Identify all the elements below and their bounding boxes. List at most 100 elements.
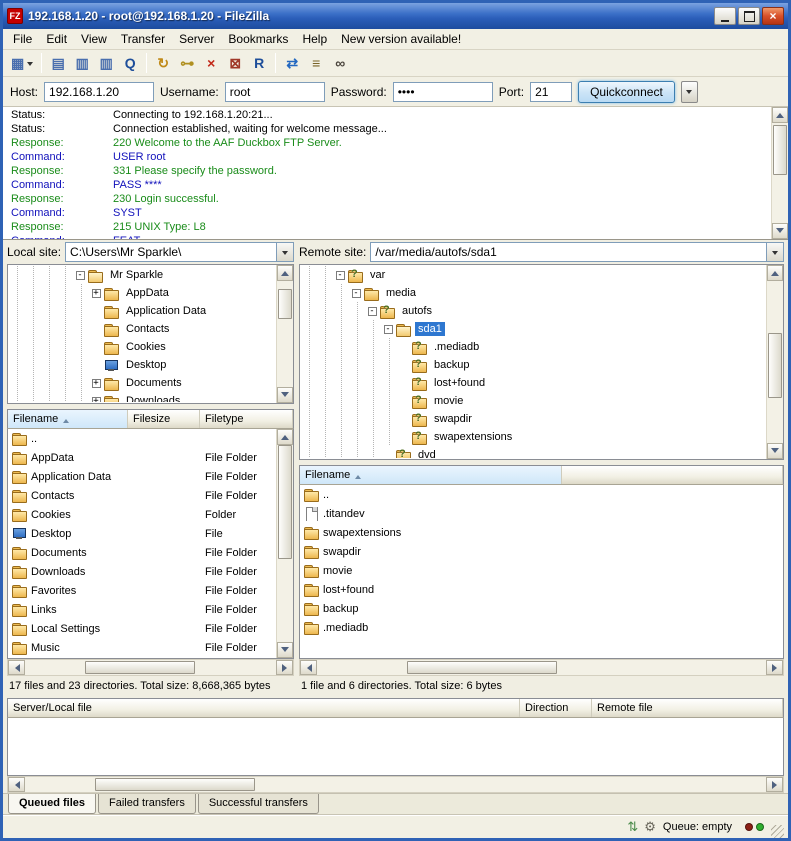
quickconnect-dropdown-button[interactable]: [681, 81, 698, 103]
file-row-item[interactable]: ..: [8, 429, 276, 448]
file-row-downloads[interactable]: DownloadsFile Folder: [8, 562, 276, 581]
file-row-swapextensions[interactable]: swapextensions: [300, 523, 783, 542]
file-row-mediadb[interactable]: .mediadb: [300, 618, 783, 637]
minimize-button[interactable]: [714, 7, 736, 25]
combo-dropdown-button[interactable]: [766, 243, 783, 261]
remote-tree-scrollbar[interactable]: [766, 265, 783, 459]
expand-toggle[interactable]: -: [381, 320, 395, 338]
menu-view[interactable]: View: [74, 30, 114, 48]
file-row-lost-found[interactable]: lost+found: [300, 580, 783, 599]
scrollbar-thumb[interactable]: [278, 289, 292, 319]
menu-edit[interactable]: Edit: [39, 30, 74, 48]
expand-toggle[interactable]: +: [89, 392, 103, 402]
scroll-right-button[interactable]: [276, 660, 293, 675]
scroll-down-button[interactable]: [277, 387, 293, 403]
tree-item-mediadb[interactable]: ?.mediadb: [301, 338, 766, 356]
column-header-filetype[interactable]: Filetype: [200, 410, 293, 428]
local-tree-scrollbar[interactable]: [276, 265, 293, 403]
tab-failed-transfers[interactable]: Failed transfers: [98, 794, 196, 814]
toggle-message-log-button[interactable]: ▤: [47, 52, 69, 74]
toggle-queue-button[interactable]: Q: [119, 52, 141, 74]
column-header-filesize[interactable]: Filesize: [128, 410, 200, 428]
scrollbar-thumb[interactable]: [407, 661, 557, 674]
refresh-button[interactable]: ↻: [152, 52, 174, 74]
column-header-direction[interactable]: Direction: [520, 699, 592, 717]
close-button[interactable]: ×: [762, 7, 784, 25]
tree-item-autofs[interactable]: -?autofs: [301, 302, 766, 320]
transfer-queue[interactable]: [7, 718, 784, 776]
file-row-item[interactable]: ..: [300, 485, 783, 504]
expand-toggle[interactable]: -: [333, 266, 347, 284]
key-button[interactable]: ⊶: [176, 52, 198, 74]
column-header-spacer[interactable]: [562, 466, 783, 484]
tab-successful-transfers[interactable]: Successful transfers: [198, 794, 319, 814]
combo-dropdown-button[interactable]: [276, 243, 293, 261]
tree-item-lost-found[interactable]: ?lost+found: [301, 374, 766, 392]
scroll-down-button[interactable]: [772, 223, 788, 239]
scroll-down-button[interactable]: [767, 443, 783, 459]
scroll-left-button[interactable]: [8, 777, 25, 792]
scroll-up-button[interactable]: [772, 107, 788, 123]
password-input[interactable]: [393, 82, 493, 102]
scroll-left-button[interactable]: [8, 660, 25, 675]
file-row-titandev[interactable]: .titandev: [300, 504, 783, 523]
tree-item-appdata[interactable]: +AppData: [9, 284, 276, 302]
file-row-local-settings[interactable]: Local SettingsFile Folder: [8, 619, 276, 638]
scrollbar-track[interactable]: [25, 777, 766, 792]
local-list-hscrollbar[interactable]: [7, 659, 294, 676]
column-header-remote-file[interactable]: Remote file: [592, 699, 783, 717]
title-bar[interactable]: FZ 192.168.1.20 - root@192.168.1.20 - Fi…: [3, 3, 788, 29]
reconnect-button[interactable]: R: [248, 52, 270, 74]
tree-item-movie[interactable]: ?movie: [301, 392, 766, 410]
tree-item-downloads[interactable]: +Downloads: [9, 392, 276, 402]
file-row-backup[interactable]: backup: [300, 599, 783, 618]
file-row-swapdir[interactable]: swapdir: [300, 542, 783, 561]
tree-item-swapdir[interactable]: ?swapdir: [301, 410, 766, 428]
scroll-up-button[interactable]: [277, 429, 293, 445]
scroll-right-button[interactable]: [766, 660, 783, 675]
toggle-remote-tree-button[interactable]: ▥: [95, 52, 117, 74]
tree-item-desktop[interactable]: Desktop: [9, 356, 276, 374]
toggle-local-tree-button[interactable]: ▥: [71, 52, 93, 74]
scrollbar-thumb[interactable]: [85, 661, 195, 674]
menu-new-version-available[interactable]: New version available!: [334, 30, 468, 48]
file-row-contacts[interactable]: ContactsFile Folder: [8, 486, 276, 505]
tree-item-application-data[interactable]: Application Data: [9, 302, 276, 320]
file-row-links[interactable]: LinksFile Folder: [8, 600, 276, 619]
expand-toggle[interactable]: -: [365, 302, 379, 320]
menu-file[interactable]: File: [6, 30, 39, 48]
file-row-appdata[interactable]: AppDataFile Folder: [8, 448, 276, 467]
file-row-favorites[interactable]: FavoritesFile Folder: [8, 581, 276, 600]
file-row-music[interactable]: MusicFile Folder: [8, 638, 276, 657]
local-site-combobox[interactable]: C:\Users\Mr Sparkle\: [65, 242, 294, 262]
port-input[interactable]: [530, 82, 572, 102]
quickconnect-button[interactable]: Quickconnect: [578, 81, 675, 103]
cancel-button[interactable]: ×: [200, 52, 222, 74]
scrollbar-thumb[interactable]: [768, 333, 782, 398]
host-input[interactable]: [44, 82, 154, 102]
resize-grip[interactable]: [771, 825, 784, 838]
tree-item-contacts[interactable]: Contacts: [9, 320, 276, 338]
remote-list-hscrollbar[interactable]: [299, 659, 784, 676]
scroll-left-button[interactable]: [300, 660, 317, 675]
scrollbar-track[interactable]: [277, 281, 293, 387]
local-list-scrollbar[interactable]: [276, 429, 293, 658]
scrollbar-thumb[interactable]: [278, 445, 292, 559]
find-files-button[interactable]: ∞: [329, 52, 351, 74]
tree-item-mr-sparkle[interactable]: -Mr Sparkle: [9, 266, 276, 284]
site-manager-button[interactable]: ▦: [8, 52, 36, 74]
scrollbar-track[interactable]: [277, 445, 293, 642]
scrollbar-track[interactable]: [25, 660, 276, 675]
file-row-cookies[interactable]: CookiesFolder: [8, 505, 276, 524]
message-log-scrollbar[interactable]: [771, 107, 788, 239]
menu-help[interactable]: Help: [295, 30, 334, 48]
expand-toggle[interactable]: +: [89, 284, 103, 302]
expand-toggle[interactable]: -: [349, 284, 363, 302]
scrollbar-track[interactable]: [772, 123, 788, 223]
disconnect-button[interactable]: ⊠: [224, 52, 246, 74]
column-header-filename[interactable]: Filename: [8, 410, 128, 428]
scroll-down-button[interactable]: [277, 642, 293, 658]
tab-queued-files[interactable]: Queued files: [8, 794, 96, 814]
file-row-movie[interactable]: movie: [300, 561, 783, 580]
maximize-button[interactable]: [738, 7, 760, 25]
